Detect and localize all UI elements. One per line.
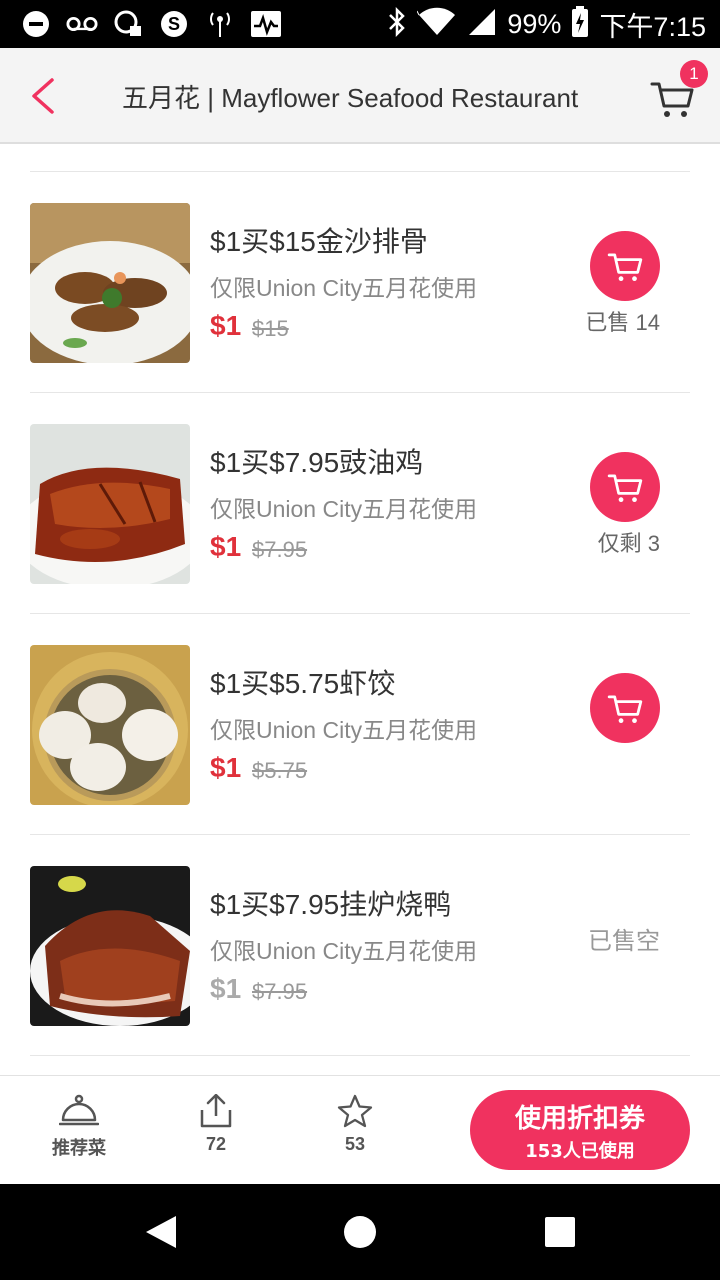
square-recents-icon (545, 1217, 575, 1247)
status-icons-left: S (20, 6, 282, 42)
voicemail-icon (66, 8, 98, 40)
original-price: $15 (252, 316, 289, 341)
dish-image (30, 866, 190, 1026)
recommend-button[interactable]: 推荐菜 (29, 1094, 129, 1160)
deal-item[interactable]: $1买$5.75虾饺 仅限Union City五月花使用 $1 $5.75 (0, 614, 720, 835)
share-icon (200, 1094, 232, 1128)
battery-percent: 99% (507, 8, 562, 39)
triangle-back-icon (146, 1216, 176, 1248)
battery-charging-icon (571, 6, 589, 42)
original-price: $7.95 (252, 537, 308, 562)
clock: 下午7:15 (599, 11, 706, 42)
deal-price: $1 (210, 752, 242, 783)
call-lock-icon (112, 8, 144, 40)
cart-count-badge: 1 (680, 60, 708, 88)
page-title: 五月花 | Mayflower Seafood Restaurant (122, 83, 579, 113)
status-icons-right: 99% 下午7:15 (387, 0, 706, 48)
status-bar: S 99% 下午7:15 (0, 0, 720, 48)
s-app-icon: S (158, 8, 190, 40)
coupon-label: 使用折扣券 (514, 1103, 645, 1134)
deal-restriction: 仅限Union City五月花使用 (210, 717, 478, 743)
deal-price: $1 (210, 310, 242, 341)
nav-back-button[interactable] (142, 1214, 178, 1250)
activity-icon (250, 8, 282, 40)
back-button[interactable] (22, 72, 70, 120)
sold-out-label: 已售空 (588, 927, 660, 955)
coupon-usage-count: 153人已使用 (525, 1140, 635, 1162)
deal-price: $1 (210, 973, 242, 1004)
circle-home-icon (344, 1216, 376, 1248)
add-to-cart-button[interactable] (590, 231, 660, 301)
deal-title: $1买$5.75虾饺 (210, 668, 396, 699)
dnd-icon (20, 8, 52, 40)
original-price: $5.75 (252, 758, 308, 783)
share-button[interactable]: 72 (166, 1094, 266, 1155)
deal-item[interactable]: $1买$7.95挂炉烧鸭 仅限Union City五月花使用 $1 $7.95 … (0, 835, 720, 1056)
deal-item[interactable]: $1买$7.95豉油鸡 仅限Union City五月花使用 $1 $7.95 仅… (0, 393, 720, 614)
cloche-icon (59, 1094, 99, 1126)
remaining-count: 仅剩 3 (597, 531, 660, 556)
recommend-label: 推荐菜 (52, 1138, 106, 1158)
bottom-action-bar: 推荐菜 72 53 使用折扣券 153人已使用 (0, 1075, 720, 1184)
system-nav-bar (0, 1184, 720, 1280)
original-price: $7.95 (252, 979, 308, 1004)
cart-icon (607, 695, 643, 724)
nav-recents-button[interactable] (542, 1214, 578, 1250)
sold-count: 已售 14 (585, 310, 660, 335)
wifi-icon (416, 7, 457, 41)
signal-icon (467, 7, 497, 41)
dish-image (30, 203, 190, 363)
dish-image (30, 424, 190, 584)
favorite-count: 53 (344, 1134, 366, 1154)
share-count: 72 (205, 1134, 227, 1154)
deal-item[interactable]: $1买$15金沙排骨 仅限Union City五月花使用 $1 $15 已售 1… (0, 172, 720, 393)
deal-title: $1买$7.95挂炉烧鸭 (210, 889, 452, 920)
favorite-button[interactable]: 53 (305, 1094, 405, 1155)
deal-price: $1 (210, 531, 242, 562)
chevron-left-icon (32, 78, 54, 114)
deal-list: $1买$15金沙排骨 仅限Union City五月花使用 $1 $15 已售 1… (0, 172, 720, 1056)
app-header: 五月花 | Mayflower Seafood Restaurant 1 (0, 48, 720, 144)
add-to-cart-button[interactable] (590, 673, 660, 743)
deal-title: $1买$15金沙排骨 (210, 226, 428, 257)
bluetooth-icon (387, 6, 407, 41)
deal-restriction: 仅限Union City五月花使用 (210, 938, 478, 964)
deal-restriction: 仅限Union City五月花使用 (210, 275, 478, 301)
cart-icon (607, 474, 643, 503)
svg-text:S: S (168, 14, 180, 34)
hotspot-icon (204, 8, 236, 40)
deal-restriction: 仅限Union City五月花使用 (210, 496, 478, 522)
add-to-cart-button[interactable] (590, 452, 660, 522)
dish-image (30, 645, 190, 805)
nav-home-button[interactable] (342, 1214, 378, 1250)
star-icon (337, 1094, 373, 1128)
use-coupon-button[interactable]: 使用折扣券 153人已使用 (470, 1090, 690, 1170)
deal-title: $1买$7.95豉油鸡 (210, 447, 424, 478)
cart-icon (607, 253, 643, 282)
